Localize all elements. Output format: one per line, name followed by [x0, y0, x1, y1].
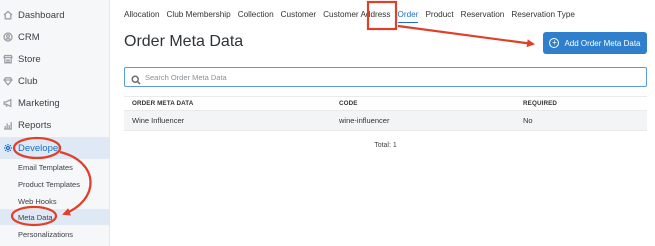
sidebar-subitem-personalizations[interactable]: Personalizations [0, 226, 110, 242]
cell-name: Wine Influencer [132, 116, 185, 125]
sidebar-subitem-label: Meta Data [18, 212, 53, 222]
sidebar-item-label: Store [18, 53, 41, 65]
total-count: Total: 1 [374, 142, 397, 149]
add-button-label: Add Order Meta Data [564, 38, 641, 48]
column-header-code[interactable]: CODE [331, 100, 515, 107]
diamond-icon [3, 76, 13, 86]
cell-code: wine-influencer [339, 116, 390, 125]
tab-collection[interactable]: Collection [238, 10, 274, 19]
store-icon [3, 54, 13, 64]
plus-circle-icon: + [549, 38, 560, 48]
tab-product[interactable]: Product [425, 10, 453, 19]
sidebar-item-label: Reports [18, 119, 52, 131]
column-header-required[interactable]: REQUIRED [515, 100, 647, 107]
sidebar-subitem-product-templates[interactable]: Product Templates [0, 176, 110, 192]
search-input[interactable] [145, 72, 646, 82]
sidebar-subitem-label: Email Templates [18, 162, 73, 172]
table-row[interactable]: Wine Influencer wine-influencer No [124, 111, 647, 131]
sidebar-item-label: CRM [18, 31, 40, 43]
tab-customer[interactable]: Customer [281, 10, 317, 19]
sidebar-item-crm[interactable]: CRM [0, 26, 110, 48]
sidebar-item-label: Club [18, 75, 38, 87]
sidebar-item-label: Developer [18, 142, 62, 154]
tab-allocation[interactable]: Allocation [124, 10, 160, 19]
search-box [124, 67, 647, 87]
sidebar-item-developer[interactable]: Developer [0, 137, 110, 159]
tab-reservation-type[interactable]: Reservation Type [511, 10, 575, 19]
add-order-meta-data-button[interactable]: + Add Order Meta Data [543, 32, 647, 54]
sidebar-item-reports[interactable]: Reports [0, 114, 110, 136]
column-header-order-meta-data[interactable]: ORDER META DATA [124, 100, 331, 107]
meta-data-table: ORDER META DATA CODE REQUIRED Wine Influ… [124, 96, 647, 131]
sidebar-item-dashboard[interactable]: Dashboard [0, 4, 110, 26]
sidebar-item-label: Dashboard [18, 9, 65, 21]
sidebar-item-label: Marketing [18, 97, 60, 109]
gear-icon [3, 143, 13, 153]
sidebar-item-club[interactable]: Club [0, 70, 110, 92]
tab-club-membership[interactable]: Club Membership [167, 10, 231, 19]
tab-customer-address[interactable]: Customer Address [323, 10, 390, 19]
tab-order[interactable]: Order [397, 10, 418, 23]
page-title: Order Meta Data [124, 33, 244, 50]
arrow-to-add-button [397, 24, 535, 48]
bar-chart-icon [3, 120, 13, 130]
sidebar-subitem-label: Web Hooks [18, 196, 57, 206]
sidebar-subitem-label: Product Templates [18, 179, 80, 189]
sidebar-subitem-label: Personalizations [18, 229, 74, 239]
sidebar-item-marketing[interactable]: Marketing [0, 92, 110, 114]
sidebar: Dashboard CRM Store Club Marketing Repor… [0, 0, 110, 246]
home-icon [3, 10, 13, 20]
user-circle-icon [3, 32, 13, 42]
table-header: ORDER META DATA CODE REQUIRED [124, 96, 647, 111]
megaphone-icon [3, 98, 13, 108]
tab-reservation[interactable]: Reservation [461, 10, 505, 19]
sidebar-subitem-email-templates[interactable]: Email Templates [0, 159, 110, 175]
entity-tabs: Allocation Club Membership Collection Cu… [124, 5, 582, 23]
search-icon [131, 72, 141, 85]
sidebar-subitem-web-hooks[interactable]: Web Hooks [0, 193, 110, 209]
sidebar-subitem-meta-data[interactable]: Meta Data [0, 209, 110, 225]
cell-required: No [523, 116, 533, 125]
sidebar-item-store[interactable]: Store [0, 48, 110, 70]
